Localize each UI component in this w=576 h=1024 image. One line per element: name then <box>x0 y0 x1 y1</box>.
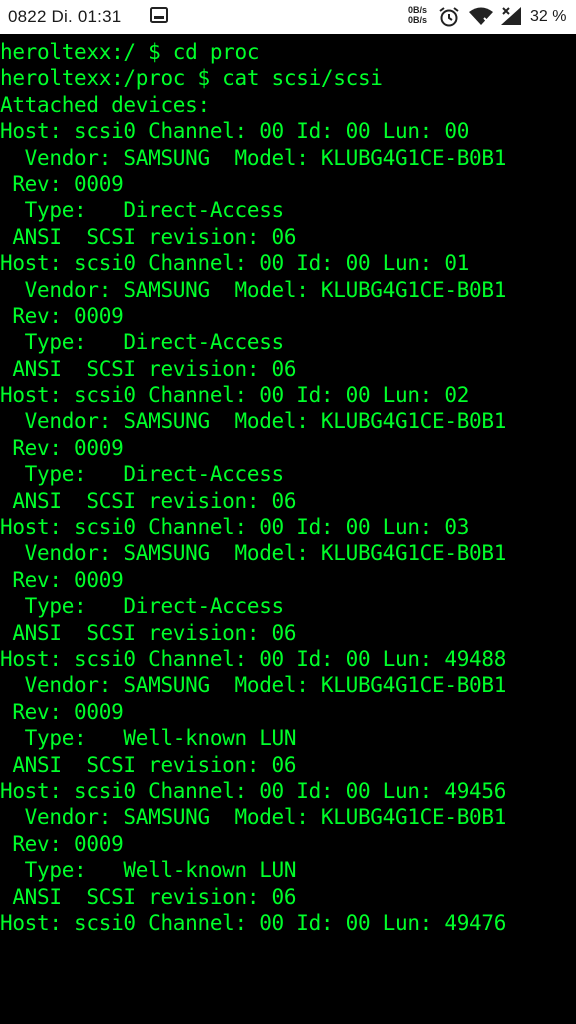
terminal-line: Rev: 0009 <box>0 831 124 856</box>
terminal-line: Type: Direct-Access <box>0 330 285 355</box>
terminal-line: Rev: 0009 <box>0 171 124 196</box>
terminal-line: Host: scsi0 Channel: 00 Id: 00 Lun: 03 <box>0 515 470 540</box>
battery-level: 32 % <box>530 8 567 25</box>
terminal-line: Host: scsi0 Channel: 00 Id: 00 Lun: 4948… <box>0 646 507 671</box>
network-speed-up: 0B/s <box>408 5 428 15</box>
terminal-line: Host: scsi0 Channel: 00 Id: 00 Lun: 01 <box>0 251 470 276</box>
terminal-line: ANSI SCSI revision: 06 <box>0 620 297 645</box>
terminal-line: ANSI SCSI revision: 06 <box>0 356 297 381</box>
terminal-line: Host: scsi0 Channel: 00 Id: 00 Lun: 02 <box>0 383 470 408</box>
terminal-line: Rev: 0009 <box>0 435 124 460</box>
terminal-line: ANSI SCSI revision: 06 <box>0 752 297 777</box>
terminal-line: Rev: 0009 <box>0 567 124 592</box>
terminal-line: Type: Direct-Access <box>0 594 285 619</box>
network-speed: 0B/s 0B/s <box>408 5 427 25</box>
terminal-output[interactable]: heroltexx:/ $ cd proc heroltexx:/proc $ c… <box>0 39 576 936</box>
status-time: 0822 Di. 01:31 <box>8 7 122 26</box>
terminal-line: ANSI SCSI revision: 06 <box>0 488 297 513</box>
terminal-line: ANSI SCSI revision: 06 <box>0 224 297 249</box>
signal-icon <box>501 7 521 25</box>
terminal-line: Host: scsi0 Channel: 00 Id: 00 Lun: 4945… <box>0 778 507 803</box>
terminal-line: Type: Direct-Access <box>0 198 285 223</box>
terminal-line: ANSI SCSI revision: 06 <box>0 884 297 909</box>
terminal-line: Type: Direct-Access <box>0 462 285 487</box>
terminal-line: Vendor: SAMSUNG Model: KLUBG4G1CE-B0B1 <box>0 673 507 698</box>
terminal-line: heroltexx:/ $ cd proc <box>0 40 260 64</box>
terminal-line: heroltexx:/proc $ cat scsi/scsi <box>0 66 383 91</box>
terminal-line: Attached devices: <box>0 92 210 117</box>
terminal-line: Vendor: SAMSUNG Model: KLUBG4G1CE-B0B1 <box>0 277 507 302</box>
terminal-line: Host: scsi0 Channel: 00 Id: 00 Lun: 4947… <box>0 910 507 935</box>
screenshot-icon <box>150 7 168 23</box>
terminal-line: Type: Well-known LUN <box>0 858 297 883</box>
terminal-line: Type: Well-known LUN <box>0 726 297 751</box>
network-speed-down: 0B/s <box>408 15 428 25</box>
terminal-line: Rev: 0009 <box>0 699 124 724</box>
terminal-line: Vendor: SAMSUNG Model: KLUBG4G1CE-B0B1 <box>0 145 507 170</box>
terminal-line: Host: scsi0 Channel: 00 Id: 00 Lun: 00 <box>0 119 470 144</box>
status-bar: 0822 Di. 01:31 0B/s 0B/s 32 % <box>0 0 576 34</box>
alarm-icon <box>439 7 459 27</box>
wifi-icon <box>469 7 493 25</box>
terminal-line: Rev: 0009 <box>0 303 124 328</box>
terminal-line: Vendor: SAMSUNG Model: KLUBG4G1CE-B0B1 <box>0 541 507 566</box>
terminal-line: Vendor: SAMSUNG Model: KLUBG4G1CE-B0B1 <box>0 409 507 434</box>
terminal-line: Vendor: SAMSUNG Model: KLUBG4G1CE-B0B1 <box>0 805 507 830</box>
